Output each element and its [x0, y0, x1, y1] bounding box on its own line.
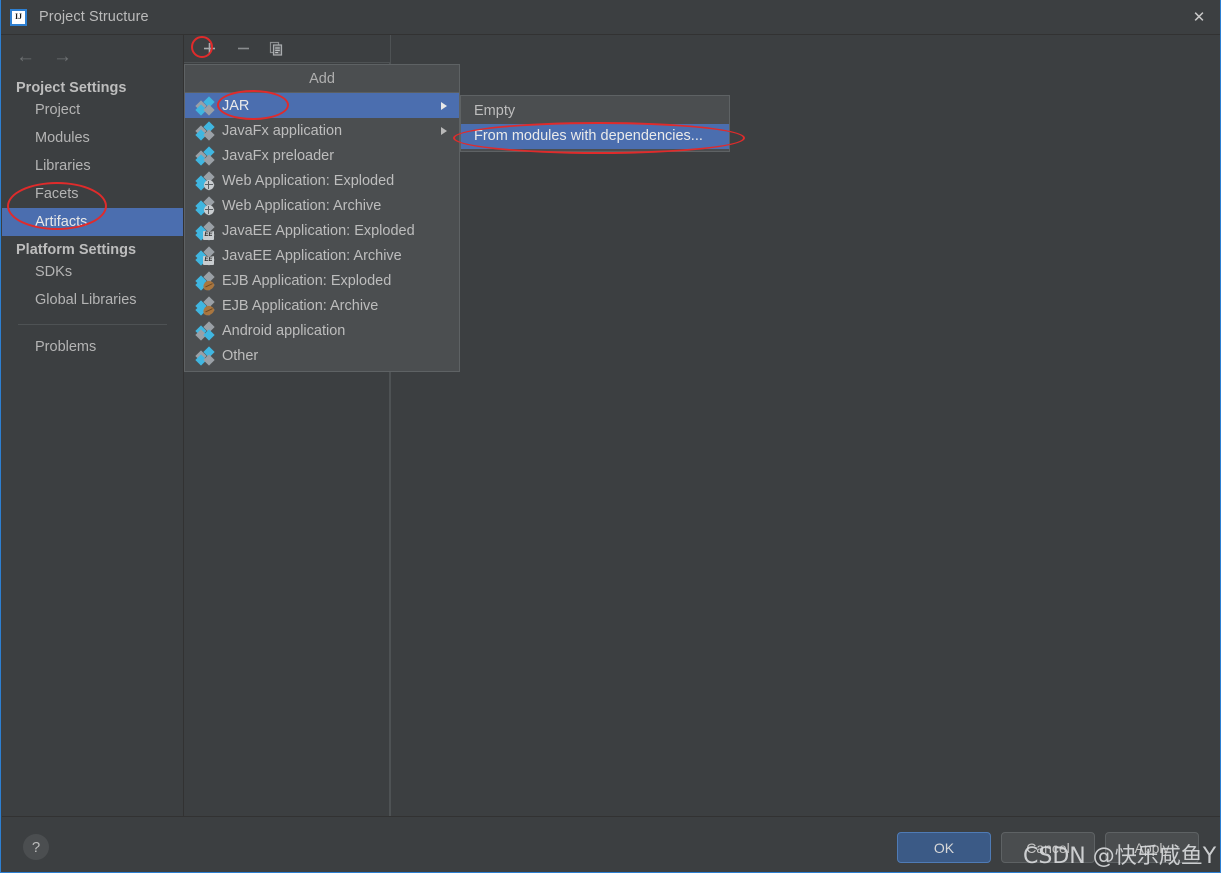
minus-icon[interactable] — [226, 35, 260, 63]
section-heading-project-settings: Project Settings — [16, 80, 127, 96]
chevron-right-icon — [441, 101, 447, 110]
menu-item-android-application[interactable]: Android application — [185, 318, 459, 343]
menu-item-label: JavaEE Application: Archive — [222, 247, 402, 264]
copy-icon[interactable] — [260, 35, 294, 63]
sidebar-item-modules[interactable]: Modules — [2, 124, 183, 152]
window-title: Project Structure — [39, 9, 149, 25]
intellij-logo-icon: IJ — [10, 8, 27, 26]
annotation-circle-from-modules — [453, 122, 745, 154]
menu-item-label: Web Application: Exploded — [222, 172, 395, 189]
ejb-icon — [195, 270, 216, 292]
menu-item-web-application-archive[interactable]: Web Application: Archive — [185, 193, 459, 218]
artifacts-toolbar — [184, 35, 390, 63]
other-icon — [195, 345, 215, 366]
annotation-circle-jar — [217, 90, 289, 120]
sidebar-item-sdks[interactable]: SDKs — [2, 258, 183, 286]
minus-glyph — [237, 47, 249, 50]
ejb-icon — [195, 295, 216, 317]
close-icon[interactable]: ✕ — [1176, 0, 1220, 34]
navigation-arrows: ← → — [2, 35, 183, 66]
sidebar-item-problems[interactable]: Problems — [2, 333, 183, 361]
javafx-icon — [195, 145, 215, 166]
project-structure-dialog: IJ Project Structure ✕ ← → Project Setti… — [0, 0, 1221, 873]
sidebar-item-project[interactable]: Project — [2, 96, 183, 124]
menu-item-ejb-application-exploded[interactable]: EJB Application: Exploded — [185, 268, 459, 293]
javafx-icon — [195, 120, 215, 141]
javaee-icon: EE — [195, 245, 215, 266]
menu-item-javafx-application[interactable]: JavaFx application — [185, 118, 459, 143]
sidebar-item-global-libraries[interactable]: Global Libraries — [2, 286, 183, 314]
sidebar-item-libraries[interactable]: Libraries — [2, 152, 183, 180]
back-arrow-icon[interactable]: ← — [16, 47, 35, 66]
forward-arrow-icon[interactable]: → — [53, 47, 72, 66]
sidebar-divider — [18, 324, 167, 325]
chevron-right-icon — [441, 126, 447, 135]
web-icon — [195, 170, 215, 191]
watermark-text: CSDN @快乐咸鱼Y — [1023, 844, 1217, 869]
menu-item-label: EJB Application: Exploded — [222, 272, 392, 289]
menu-item-javaee-application-archive[interactable]: EE JavaEE Application: Archive — [185, 243, 459, 268]
title-bar: IJ Project Structure ✕ — [1, 0, 1220, 35]
menu-item-javaee-application-exploded[interactable]: EE JavaEE Application: Exploded — [185, 218, 459, 243]
javaee-icon: EE — [195, 220, 215, 241]
menu-item-label: JavaFx application — [222, 122, 343, 139]
annotation-circle-add-button — [191, 36, 213, 58]
settings-sidebar: ← → Project Settings Project Modules Lib… — [2, 35, 184, 816]
menu-item-ejb-application-archive[interactable]: EJB Application: Archive — [185, 293, 459, 318]
copy-glyph — [269, 41, 283, 56]
submenu-item-empty[interactable]: Empty — [461, 99, 729, 124]
menu-item-label: Android application — [222, 322, 346, 339]
menu-item-label: Web Application: Archive — [222, 197, 382, 214]
annotation-circle-artifacts — [7, 182, 107, 230]
menu-item-label: JavaEE Application: Exploded — [222, 222, 415, 239]
android-icon — [195, 320, 215, 341]
menu-item-web-application-exploded[interactable]: Web Application: Exploded — [185, 168, 459, 193]
menu-item-label: JavaFx preloader — [222, 147, 335, 164]
menu-item-javafx-preloader[interactable]: JavaFx preloader — [185, 143, 459, 168]
section-heading-platform-settings: Platform Settings — [16, 242, 137, 258]
menu-item-other[interactable]: Other — [185, 343, 459, 368]
help-button[interactable]: ? — [23, 834, 49, 860]
menu-item-label: EJB Application: Archive — [222, 297, 379, 314]
menu-header-add: Add — [185, 65, 459, 93]
menu-item-label: Other — [222, 347, 259, 364]
web-icon — [195, 195, 215, 216]
jar-icon — [195, 95, 215, 116]
ok-button[interactable]: OK — [897, 832, 991, 863]
